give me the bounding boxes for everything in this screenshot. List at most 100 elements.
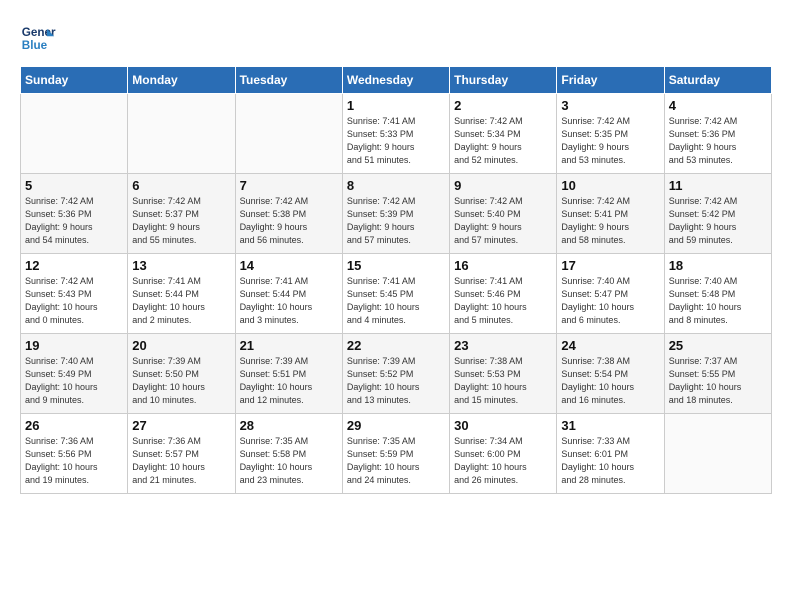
calendar-cell: 3 Sunrise: 7:42 AM Sunset: 5:35 PM Daylig…	[557, 94, 664, 174]
day-info: Sunrise: 7:42 AM Sunset: 5:41 PM Dayligh…	[561, 195, 659, 247]
calendar-cell: 12 Sunrise: 7:42 AM Sunset: 5:43 PM Dayli…	[21, 254, 128, 334]
day-number: 23	[454, 338, 552, 353]
calendar-cell: 30Sunrise: 7:34 AM Sunset: 6:00 PM Dayli…	[450, 414, 557, 494]
day-number: 13	[132, 258, 230, 273]
day-info: Sunrise: 7:39 AM Sunset: 5:50 PM Dayligh…	[132, 355, 230, 407]
calendar-cell	[21, 94, 128, 174]
day-info: Sunrise: 7:36 AM Sunset: 5:57 PM Dayligh…	[132, 435, 230, 487]
day-number: 11	[669, 178, 767, 193]
calendar-cell: 25Sunrise: 7:37 AM Sunset: 5:55 PM Dayli…	[664, 334, 771, 414]
week-row-5: 26 Sunrise: 7:36 AM Sunset: 5:56 PM Dayli…	[21, 414, 772, 494]
day-number: 19	[25, 338, 123, 353]
day-number: 9	[454, 178, 552, 193]
calendar-cell	[128, 94, 235, 174]
day-number: 1	[347, 98, 445, 113]
calendar-cell: 9 Sunrise: 7:42 AM Sunset: 5:40 PM Daylig…	[450, 174, 557, 254]
day-number: 18	[669, 258, 767, 273]
day-info: Sunrise: 7:42 AM Sunset: 5:39 PM Dayligh…	[347, 195, 445, 247]
day-number: 22	[347, 338, 445, 353]
week-row-3: 12 Sunrise: 7:42 AM Sunset: 5:43 PM Dayli…	[21, 254, 772, 334]
calendar-cell: 27 Sunrise: 7:36 AM Sunset: 5:57 PM Dayli…	[128, 414, 235, 494]
calendar-cell	[664, 414, 771, 494]
day-number: 3	[561, 98, 659, 113]
calendar-cell	[235, 94, 342, 174]
day-info: Sunrise: 7:38 AM Sunset: 5:54 PM Dayligh…	[561, 355, 659, 407]
day-info: Sunrise: 7:41 AM Sunset: 5:46 PM Dayligh…	[454, 275, 552, 327]
day-info: Sunrise: 7:41 AM Sunset: 5:44 PM Dayligh…	[132, 275, 230, 327]
day-header-sunday: Sunday	[21, 67, 128, 94]
day-number: 7	[240, 178, 338, 193]
calendar-cell: 15Sunrise: 7:41 AM Sunset: 5:45 PM Dayli…	[342, 254, 449, 334]
calendar-cell: 28Sunrise: 7:35 AM Sunset: 5:58 PM Dayli…	[235, 414, 342, 494]
day-number: 10	[561, 178, 659, 193]
day-info: Sunrise: 7:42 AM Sunset: 5:38 PM Dayligh…	[240, 195, 338, 247]
svg-text:General: General	[22, 26, 56, 39]
calendar-cell: 24 Sunrise: 7:38 AM Sunset: 5:54 PM Dayli…	[557, 334, 664, 414]
day-info: Sunrise: 7:42 AM Sunset: 5:43 PM Dayligh…	[25, 275, 123, 327]
day-info: Sunrise: 7:40 AM Sunset: 5:48 PM Dayligh…	[669, 275, 767, 327]
day-info: Sunrise: 7:35 AM Sunset: 5:59 PM Dayligh…	[347, 435, 445, 487]
day-number: 24	[561, 338, 659, 353]
calendar-cell: 14 Sunrise: 7:41 AM Sunset: 5:44 PM Dayli…	[235, 254, 342, 334]
calendar-cell: 18 Sunrise: 7:40 AM Sunset: 5:48 PM Dayli…	[664, 254, 771, 334]
calendar-table: SundayMondayTuesdayWednesdayThursdayFrid…	[20, 66, 772, 494]
day-info: Sunrise: 7:36 AM Sunset: 5:56 PM Dayligh…	[25, 435, 123, 487]
day-info: Sunrise: 7:42 AM Sunset: 5:40 PM Dayligh…	[454, 195, 552, 247]
calendar-cell: 10 Sunrise: 7:42 AM Sunset: 5:41 PM Dayli…	[557, 174, 664, 254]
day-number: 4	[669, 98, 767, 113]
day-info: Sunrise: 7:42 AM Sunset: 5:36 PM Dayligh…	[25, 195, 123, 247]
day-info: Sunrise: 7:42 AM Sunset: 5:36 PM Dayligh…	[669, 115, 767, 167]
calendar-cell: 21 Sunrise: 7:39 AM Sunset: 5:51 PM Dayli…	[235, 334, 342, 414]
logo-icon: General Blue	[20, 20, 56, 56]
calendar-cell: 4 Sunrise: 7:42 AM Sunset: 5:36 PM Daylig…	[664, 94, 771, 174]
day-header-thursday: Thursday	[450, 67, 557, 94]
day-info: Sunrise: 7:41 AM Sunset: 5:33 PM Dayligh…	[347, 115, 445, 167]
day-number: 17	[561, 258, 659, 273]
day-info: Sunrise: 7:42 AM Sunset: 5:35 PM Dayligh…	[561, 115, 659, 167]
day-number: 25	[669, 338, 767, 353]
calendar-cell: 13 Sunrise: 7:41 AM Sunset: 5:44 PM Dayli…	[128, 254, 235, 334]
day-number: 27	[132, 418, 230, 433]
calendar-cell: 1 Sunrise: 7:41 AM Sunset: 5:33 PM Daylig…	[342, 94, 449, 174]
day-info: Sunrise: 7:39 AM Sunset: 5:51 PM Dayligh…	[240, 355, 338, 407]
day-number: 26	[25, 418, 123, 433]
day-number: 31	[561, 418, 659, 433]
week-row-4: 19 Sunrise: 7:40 AM Sunset: 5:49 PM Dayli…	[21, 334, 772, 414]
calendar-cell: 20 Sunrise: 7:39 AM Sunset: 5:50 PM Dayli…	[128, 334, 235, 414]
day-number: 2	[454, 98, 552, 113]
day-number: 20	[132, 338, 230, 353]
day-info: Sunrise: 7:41 AM Sunset: 5:44 PM Dayligh…	[240, 275, 338, 327]
calendar-cell: 23 Sunrise: 7:38 AM Sunset: 5:53 PM Dayli…	[450, 334, 557, 414]
day-info: Sunrise: 7:40 AM Sunset: 5:47 PM Dayligh…	[561, 275, 659, 327]
day-number: 5	[25, 178, 123, 193]
calendar-cell: 2 Sunrise: 7:42 AM Sunset: 5:34 PM Daylig…	[450, 94, 557, 174]
day-header-wednesday: Wednesday	[342, 67, 449, 94]
svg-text:Blue: Blue	[22, 39, 48, 52]
day-number: 21	[240, 338, 338, 353]
day-header-monday: Monday	[128, 67, 235, 94]
day-number: 12	[25, 258, 123, 273]
day-info: Sunrise: 7:42 AM Sunset: 5:42 PM Dayligh…	[669, 195, 767, 247]
day-info: Sunrise: 7:42 AM Sunset: 5:37 PM Dayligh…	[132, 195, 230, 247]
calendar-cell: 6 Sunrise: 7:42 AM Sunset: 5:37 PM Daylig…	[128, 174, 235, 254]
calendar-cell: 22Sunrise: 7:39 AM Sunset: 5:52 PM Dayli…	[342, 334, 449, 414]
calendar-cell: 26 Sunrise: 7:36 AM Sunset: 5:56 PM Dayli…	[21, 414, 128, 494]
day-number: 29	[347, 418, 445, 433]
calendar-cell: 19 Sunrise: 7:40 AM Sunset: 5:49 PM Dayli…	[21, 334, 128, 414]
day-number: 14	[240, 258, 338, 273]
calendar-cell: 16Sunrise: 7:41 AM Sunset: 5:46 PM Dayli…	[450, 254, 557, 334]
day-info: Sunrise: 7:34 AM Sunset: 6:00 PM Dayligh…	[454, 435, 552, 487]
calendar-cell: 17 Sunrise: 7:40 AM Sunset: 5:47 PM Dayli…	[557, 254, 664, 334]
calendar-cell: 8Sunrise: 7:42 AM Sunset: 5:39 PM Daylig…	[342, 174, 449, 254]
day-info: Sunrise: 7:38 AM Sunset: 5:53 PM Dayligh…	[454, 355, 552, 407]
days-header-row: SundayMondayTuesdayWednesdayThursdayFrid…	[21, 67, 772, 94]
day-header-friday: Friday	[557, 67, 664, 94]
calendar-cell: 7 Sunrise: 7:42 AM Sunset: 5:38 PM Daylig…	[235, 174, 342, 254]
page-header: General Blue	[20, 20, 772, 56]
calendar-cell: 5 Sunrise: 7:42 AM Sunset: 5:36 PM Daylig…	[21, 174, 128, 254]
day-info: Sunrise: 7:40 AM Sunset: 5:49 PM Dayligh…	[25, 355, 123, 407]
day-number: 6	[132, 178, 230, 193]
day-number: 15	[347, 258, 445, 273]
week-row-2: 5 Sunrise: 7:42 AM Sunset: 5:36 PM Daylig…	[21, 174, 772, 254]
day-info: Sunrise: 7:42 AM Sunset: 5:34 PM Dayligh…	[454, 115, 552, 167]
